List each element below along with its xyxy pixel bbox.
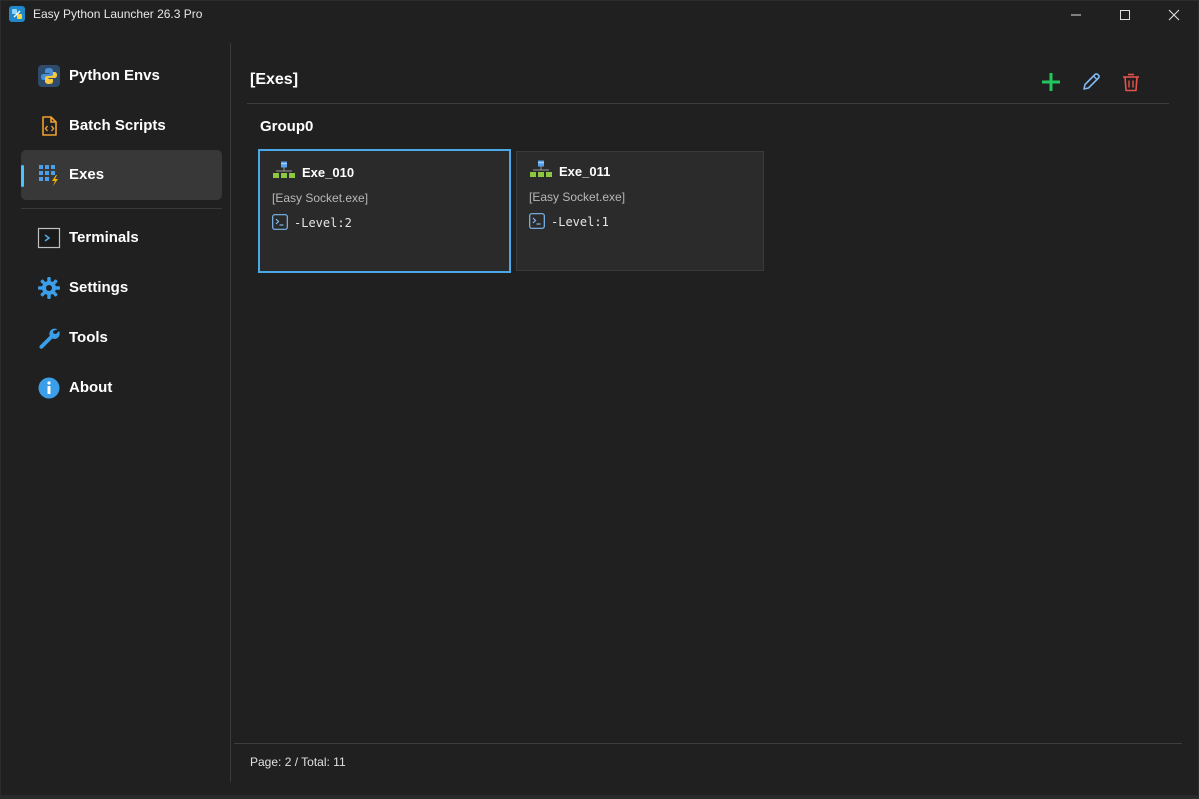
sidebar-item-label: Exes — [69, 166, 105, 183]
terminal-prompt-icon — [272, 214, 288, 230]
header-divider — [247, 103, 1169, 104]
app-logo-icon — [9, 6, 25, 22]
window-title: Easy Python Launcher 26.3 Pro — [33, 7, 203, 21]
card-title: Exe_010 — [302, 165, 355, 180]
add-button[interactable] — [1038, 69, 1064, 95]
sidebar-item-label: About — [69, 379, 113, 396]
sidebar-item-batch-scripts[interactable]: Batch Scripts — [21, 101, 222, 151]
close-icon — [1168, 9, 1180, 21]
card-title: Exe_011 — [559, 164, 611, 179]
sidebar-item-label: Terminals — [69, 229, 139, 246]
sidebar-item-label: Tools — [69, 329, 108, 346]
edit-button[interactable] — [1078, 69, 1104, 95]
sidebar-item-tools[interactable]: Tools — [21, 313, 222, 363]
plus-icon — [1042, 73, 1060, 91]
wrench-icon — [37, 326, 61, 350]
trash-icon — [1123, 73, 1139, 92]
maximize-button[interactable] — [1102, 1, 1148, 29]
page-title: [Exes] — [250, 71, 299, 88]
sidebar-item-label: Batch Scripts — [69, 117, 166, 134]
sidebar-item-python-envs[interactable]: Python Envs — [21, 51, 222, 101]
pagination-status: Page: 2 / Total: 11 — [250, 755, 346, 769]
sidebar-item-label: Python Envs — [69, 67, 160, 84]
footer-divider — [234, 743, 1182, 744]
minimize-icon — [1071, 14, 1081, 16]
sidebar-item-exes[interactable]: Exes — [21, 150, 222, 200]
card-exe-path: [Easy Socket.exe] — [272, 191, 369, 205]
card-exe-path: [Easy Socket.exe] — [529, 190, 626, 204]
gear-icon — [37, 276, 61, 300]
title-bar: Easy Python Launcher 26.3 Pro — [1, 1, 1198, 31]
delete-button[interactable] — [1118, 69, 1144, 95]
exe-card-exe-011[interactable]: Exe_011 [Easy Socket.exe] -Level:1 — [516, 151, 764, 271]
info-icon — [37, 376, 61, 400]
app-window: Easy Python Launcher 26.3 Pro Python Env… — [0, 0, 1199, 799]
sidebar-item-label: Settings — [69, 279, 129, 296]
close-button[interactable] — [1151, 1, 1197, 29]
script-file-icon — [37, 114, 61, 138]
sidebar-border — [230, 43, 231, 782]
window-bottom-edge — [1, 795, 1198, 798]
python-icon — [37, 64, 61, 88]
pencil-icon — [1083, 73, 1100, 90]
terminal-icon — [37, 226, 61, 250]
sidebar-item-settings[interactable]: Settings — [21, 263, 222, 313]
network-exe-icon — [273, 161, 295, 178]
group-title: Group0 — [260, 118, 314, 135]
sidebar-divider — [21, 208, 222, 209]
sidebar-item-about[interactable]: About — [21, 363, 222, 413]
sidebar-item-terminals[interactable]: Terminals — [21, 213, 222, 263]
exe-card-exe-010[interactable]: Exe_010 [Easy Socket.exe] -Level:2 — [258, 149, 511, 273]
sidebar: Python Envs Batch Scripts Exes Terminals… — [1, 31, 230, 783]
maximize-icon — [1120, 10, 1130, 20]
exe-grid-icon — [37, 163, 61, 187]
minimize-button[interactable] — [1053, 1, 1099, 29]
terminal-prompt-icon — [529, 213, 545, 229]
card-arguments: -Level:1 — [551, 215, 609, 229]
network-exe-icon — [530, 160, 552, 177]
card-arguments: -Level:2 — [294, 216, 352, 230]
